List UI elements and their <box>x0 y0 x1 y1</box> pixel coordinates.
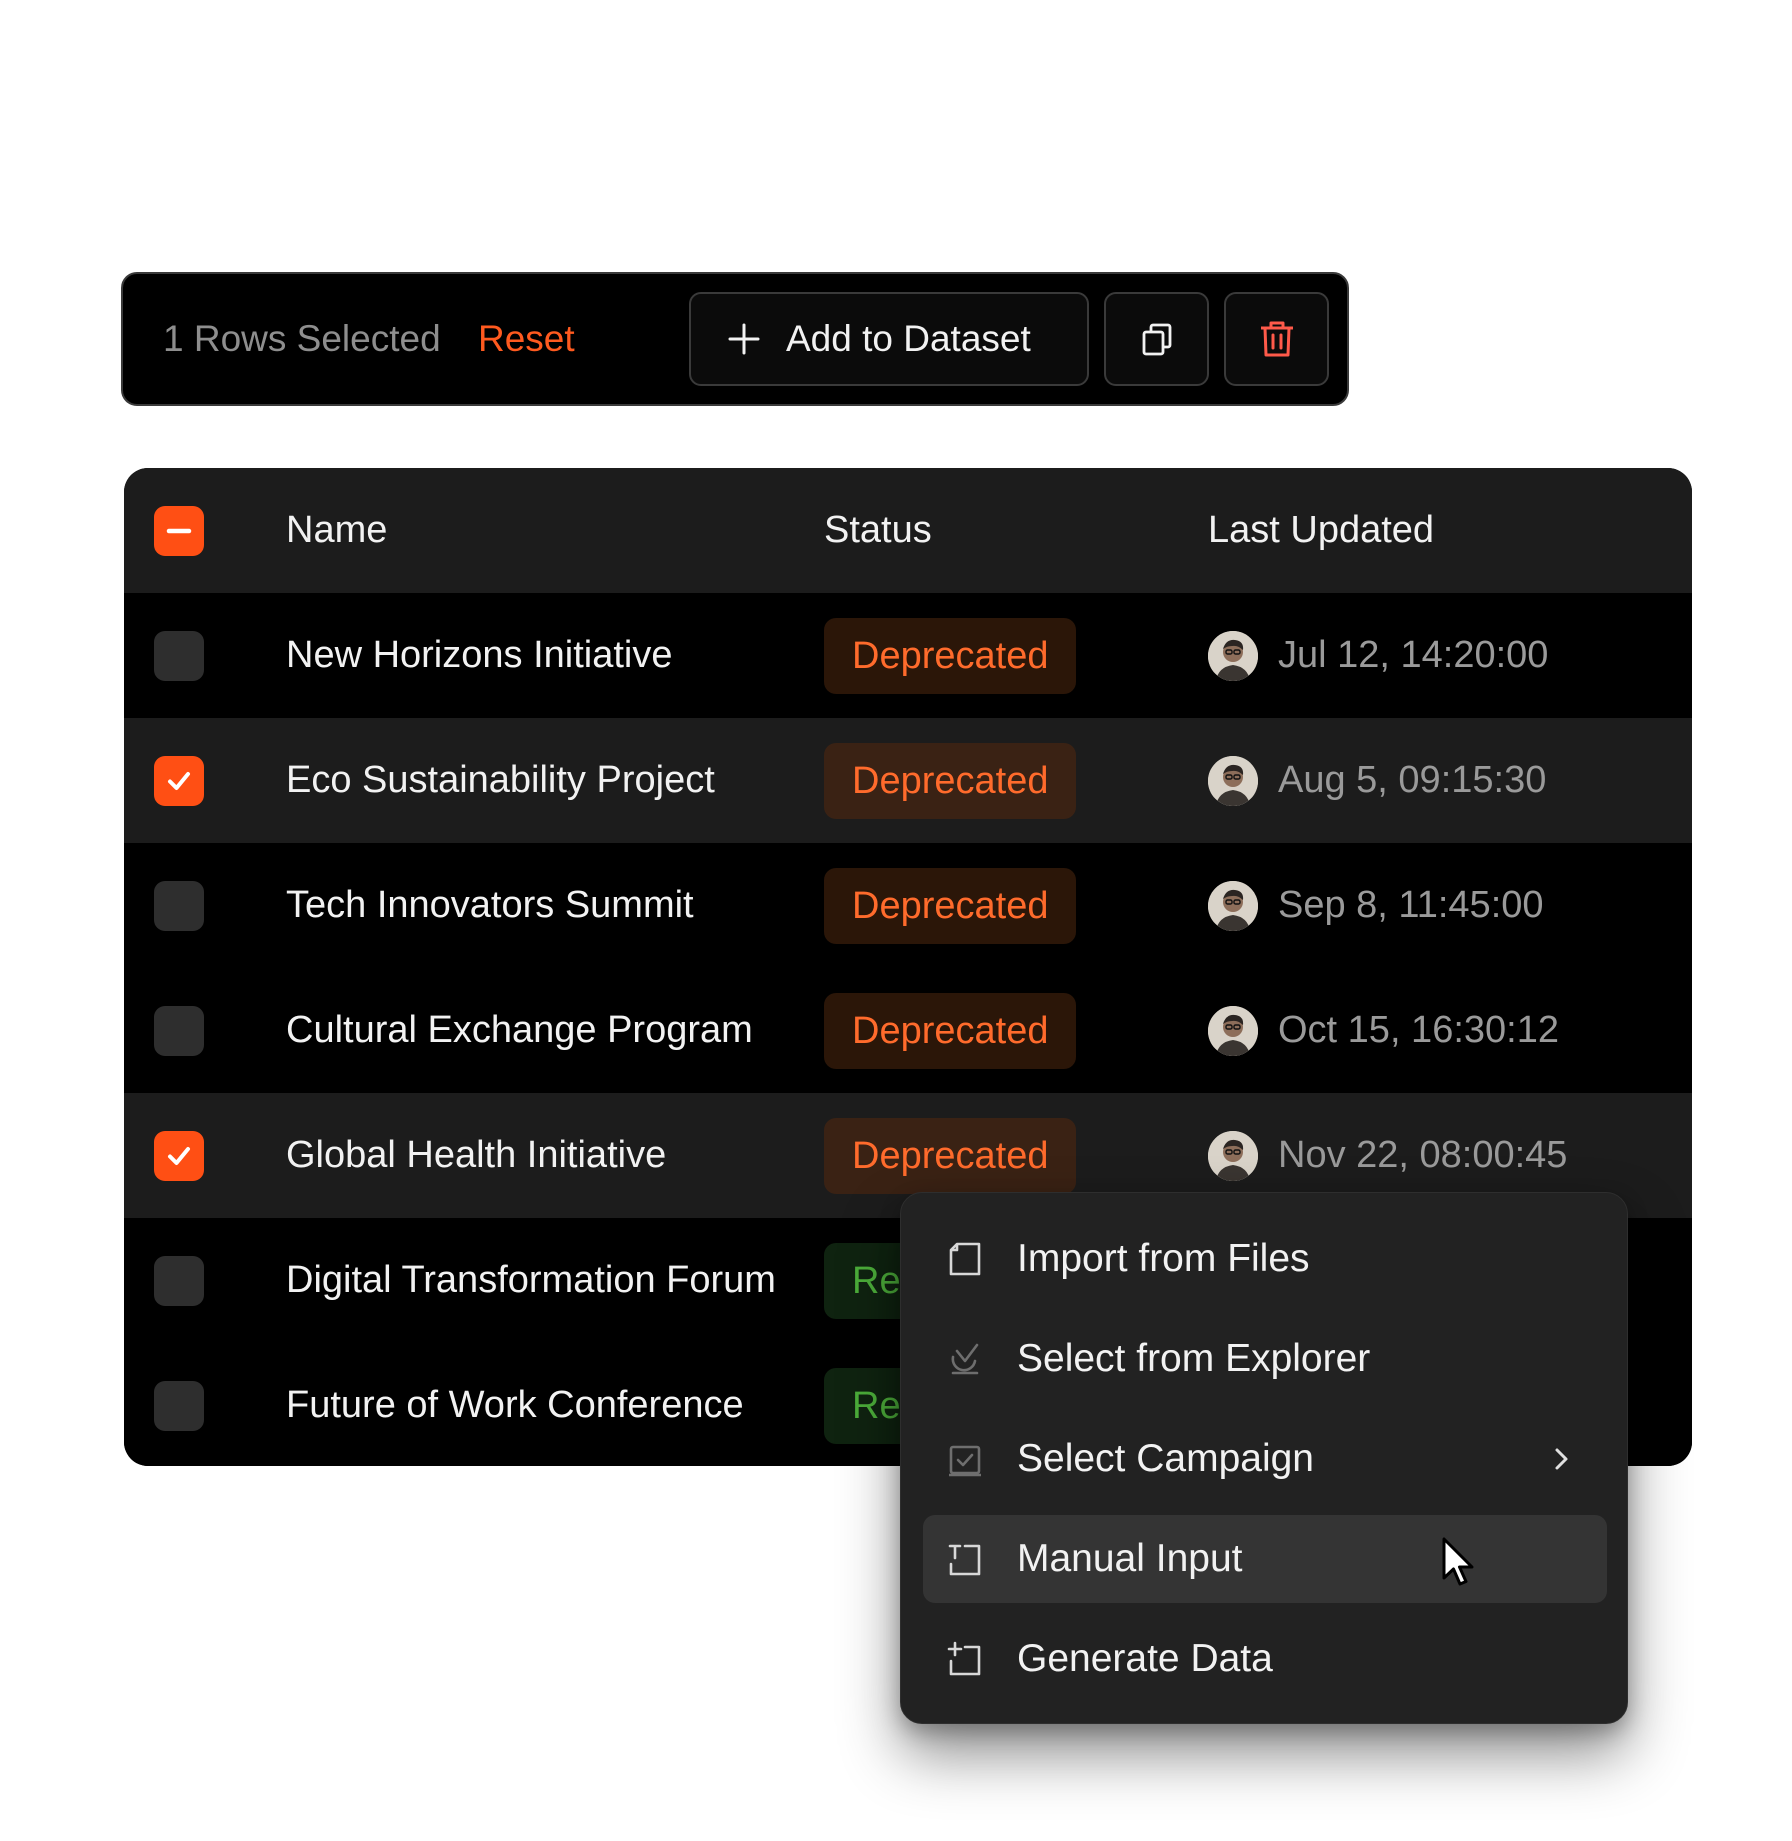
avatar <box>1208 1005 1258 1056</box>
delete-button[interactable] <box>1224 292 1329 386</box>
menu-item-label: Select from Explorer <box>1017 1337 1371 1380</box>
header-name[interactable]: Name <box>286 468 387 593</box>
last-updated-date: Oct 15, 16:30:12 <box>1278 1009 1559 1051</box>
table-row[interactable]: Cultural Exchange Program Deprecated Oct 1… <box>124 968 1692 1094</box>
chevron-right-icon <box>1555 1448 1568 1470</box>
row-name: Future of Work Conference <box>286 1384 744 1426</box>
row-checkbox[interactable] <box>154 755 204 806</box>
last-updated-date: Jul 12, 14:20:00 <box>1278 634 1549 676</box>
file-icon <box>945 1239 985 1279</box>
menu-item-select-campaign[interactable]: Select Campaign <box>923 1415 1607 1503</box>
copy-icon <box>1142 323 1171 356</box>
last-updated-date: Nov 22, 08:00:45 <box>1278 1134 1568 1176</box>
menu-item-label: Import from Files <box>1017 1237 1310 1280</box>
table-row[interactable]: New Horizons Initiative Deprecated Jul 12,… <box>124 593 1692 719</box>
generate-icon <box>945 1639 985 1679</box>
status-badge: Deprecated <box>824 1117 1077 1194</box>
selection-toolbar: 1 Rows Selected Reset Add to Dataset <box>121 272 1349 406</box>
last-updated-date: Sep 8, 11:45:00 <box>1278 884 1544 926</box>
table-row[interactable]: Eco Sustainability Project Deprecated Aug … <box>124 718 1692 844</box>
add-to-dataset-menu: Import from Files Select from Explorer Sel… <box>900 1192 1628 1724</box>
row-name: Global Health Initiative <box>286 1134 667 1176</box>
row-checkbox[interactable] <box>154 880 204 931</box>
status-badge: Deprecated <box>824 867 1077 944</box>
header-status[interactable]: Status <box>824 468 932 593</box>
row-name: Cultural Exchange Program <box>286 1009 753 1051</box>
last-updated-cell: Oct 15, 16:30:12 <box>1208 968 1559 1093</box>
mouse-cursor-icon <box>1442 1537 1474 1586</box>
menu-item-import-from-files[interactable]: Import from Files <box>923 1215 1607 1303</box>
last-updated-cell: Aug 5, 09:15:30 <box>1208 718 1546 843</box>
avatar <box>1208 1130 1258 1181</box>
reset-button[interactable]: Reset <box>478 274 575 404</box>
menu-item-manual-input[interactable]: Manual Input <box>923 1515 1607 1603</box>
avatar <box>1208 630 1258 681</box>
campaign-icon <box>945 1439 985 1479</box>
menu-item-label: Generate Data <box>1017 1637 1273 1680</box>
menu-item-label: Manual Input <box>1017 1537 1243 1580</box>
check-icon <box>168 771 190 790</box>
menu-item-generate-data[interactable]: Generate Data <box>923 1615 1607 1703</box>
row-checkbox[interactable] <box>154 1380 204 1431</box>
check-icon <box>168 1146 190 1165</box>
avatar <box>1208 880 1258 931</box>
row-checkbox[interactable] <box>154 1005 204 1056</box>
last-updated-cell: Sep 8, 11:45:00 <box>1208 843 1544 968</box>
row-checkbox[interactable] <box>154 630 204 681</box>
trash-icon <box>1260 321 1293 357</box>
plus-icon <box>728 323 760 355</box>
status-badge: Deprecated <box>824 617 1077 694</box>
avatar <box>1208 755 1258 806</box>
row-checkbox[interactable] <box>154 1130 204 1181</box>
submenu-arrow <box>1545 1443 1577 1475</box>
row-name: New Horizons Initiative <box>286 634 673 676</box>
selection-count: 1 Rows Selected <box>163 318 441 359</box>
explorer-icon <box>945 1339 985 1379</box>
last-updated-cell: Jul 12, 14:20:00 <box>1208 593 1548 718</box>
table-header: Name Status Last Updated <box>124 468 1692 593</box>
row-name: Digital Transformation Forum <box>286 1259 776 1301</box>
table-row[interactable]: Tech Innovators Summit Deprecated Sep 8, 1… <box>124 843 1692 969</box>
add-to-dataset-button[interactable]: Add to Dataset <box>689 292 1089 386</box>
status-badge: Deprecated <box>824 742 1077 819</box>
add-to-dataset-label: Add to Dataset <box>786 318 1031 359</box>
minus-icon <box>166 528 192 533</box>
row-name: Eco Sustainability Project <box>286 759 715 801</box>
menu-item-label: Select Campaign <box>1017 1437 1314 1480</box>
manual-input-icon <box>945 1539 985 1579</box>
select-all-checkbox[interactable] <box>154 505 204 556</box>
row-name: Tech Innovators Summit <box>286 884 694 926</box>
row-checkbox[interactable] <box>154 1255 204 1306</box>
header-last-updated[interactable]: Last Updated <box>1208 468 1434 593</box>
status-badge: Deprecated <box>824 992 1077 1069</box>
duplicate-button[interactable] <box>1104 292 1209 386</box>
menu-item-select-from-explorer[interactable]: Select from Explorer <box>923 1315 1607 1403</box>
last-updated-date: Aug 5, 09:15:30 <box>1278 759 1547 801</box>
